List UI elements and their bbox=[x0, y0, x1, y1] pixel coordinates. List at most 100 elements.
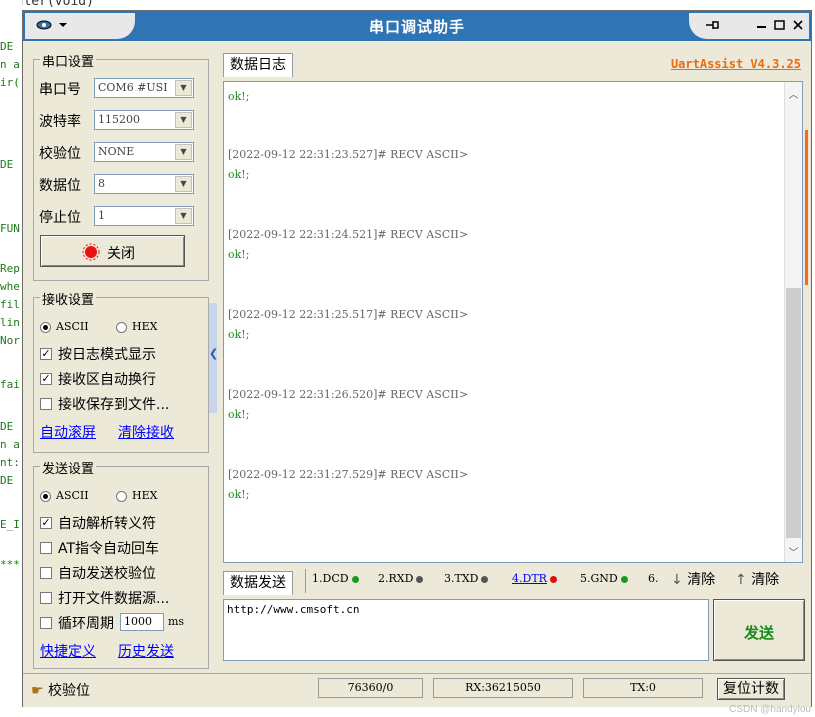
auto-wrap-label: 接收区自动换行 bbox=[58, 372, 156, 388]
status-rx-count: RX:36215050 bbox=[433, 678, 573, 698]
log-mode-checkbox[interactable]: ✓ bbox=[40, 348, 52, 360]
code-fragment: whe bbox=[0, 280, 20, 293]
port-settings-title: 串口设置 bbox=[40, 51, 97, 70]
port-toggle-button[interactable]: 关闭 bbox=[40, 235, 185, 267]
clear-up-icon: ↑ bbox=[735, 572, 747, 588]
port-select-value: COM6 #USI bbox=[98, 81, 168, 94]
send-ascii-label: ASCII bbox=[56, 489, 89, 502]
baud-select-value: 115200 bbox=[98, 113, 140, 126]
chevron-down-icon[interactable]: ▼ bbox=[175, 144, 192, 160]
databits-select-value: 8 bbox=[98, 177, 105, 190]
send-ascii-radio[interactable] bbox=[40, 491, 51, 502]
close-icon[interactable] bbox=[787, 17, 809, 35]
chevron-down-icon[interactable]: ▼ bbox=[175, 208, 192, 224]
auto-parse-checkbox[interactable]: ✓ bbox=[40, 517, 52, 529]
log-mode-label: 按日志模式显示 bbox=[58, 347, 156, 363]
chevron-down-icon[interactable]: ▼ bbox=[175, 176, 192, 192]
save-to-file-checkbox[interactable] bbox=[40, 398, 52, 410]
send-button[interactable]: 发送 bbox=[713, 599, 805, 661]
port-settings-group: 串口设置 串口号 COM6 #USI ▼ 波特率 115200 ▼ 校验位 NO… bbox=[33, 51, 209, 281]
status-bar: ☛ 校验位 76360/0 RX:36215050 TX:0 复位计数 bbox=[23, 673, 811, 707]
auto-parse-label: 自动解析转义符 bbox=[58, 516, 156, 532]
port-select[interactable]: COM6 #USI ▼ bbox=[94, 78, 194, 98]
version-link[interactable]: UartAssist V4.3.25 bbox=[671, 57, 801, 71]
pin-icon[interactable] bbox=[701, 17, 723, 35]
code-fragment: DE bbox=[0, 40, 14, 53]
clear-send-button[interactable]: ↓ 清除 bbox=[671, 569, 715, 589]
hand-pointer-icon: ☛ bbox=[31, 683, 44, 699]
chevron-down-icon[interactable]: ▼ bbox=[175, 112, 192, 128]
watermark: CSDN @handylou bbox=[729, 704, 811, 715]
scrollbar-thumb[interactable] bbox=[786, 288, 801, 538]
log-scrollbar[interactable]: ︿ ﹀ bbox=[784, 82, 802, 562]
code-fragment: DE bbox=[0, 158, 14, 171]
pin-six-label: 6. bbox=[648, 572, 659, 585]
log-message: ok!; bbox=[228, 328, 250, 341]
receive-ascii-radio[interactable] bbox=[40, 322, 51, 333]
send-input[interactable]: http://www.cmsoft.cn bbox=[223, 599, 709, 661]
code-fragment: FUN bbox=[0, 222, 20, 235]
collapse-arrow-icon[interactable]: ❮ bbox=[209, 347, 218, 360]
receive-ascii-label: ASCII bbox=[56, 320, 89, 333]
code-fragment: fai bbox=[0, 378, 20, 391]
chevron-down-icon[interactable]: ▼ bbox=[175, 80, 192, 96]
auto-wrap-checkbox[interactable]: ✓ bbox=[40, 373, 52, 385]
log-message: ok!; bbox=[228, 168, 250, 181]
code-fragment: E_I bbox=[0, 518, 20, 531]
status-hint: ☛ 校验位 bbox=[31, 680, 90, 700]
clear-counter-button[interactable]: ↑ 清除 bbox=[735, 569, 779, 589]
pin-dcd-led-icon bbox=[351, 575, 359, 583]
pin-dtr-label[interactable]: 4.DTR bbox=[512, 572, 547, 585]
pin-gnd-label: 5.GND bbox=[580, 572, 618, 585]
stopbits-select[interactable]: 1 ▼ bbox=[94, 206, 194, 226]
clear-send-label: 清除 bbox=[687, 572, 716, 588]
auto-check-checkbox[interactable] bbox=[40, 567, 52, 579]
receive-hex-radio[interactable] bbox=[116, 322, 127, 333]
code-fragment: Rep bbox=[0, 262, 20, 275]
baud-select[interactable]: 115200 ▼ bbox=[94, 110, 194, 130]
send-settings-group: 发送设置 ASCII HEX ✓ 自动解析转义符 AT指令自动回车 自动发送校验… bbox=[33, 458, 209, 669]
pin-dcd-label: 1.DCD bbox=[312, 572, 349, 585]
loop-period-checkbox[interactable] bbox=[40, 617, 52, 629]
pin-rxd-led-icon bbox=[416, 575, 424, 583]
pin-gnd-led-icon bbox=[620, 575, 628, 583]
log-timestamp: [2022-09-12 22:31:27.529]# RECV ASCII> bbox=[228, 468, 469, 481]
scroll-up-icon[interactable]: ︿ bbox=[785, 86, 802, 101]
shortcut-define-link[interactable]: 快捷定义 bbox=[40, 641, 96, 661]
clear-counter-label: 清除 bbox=[751, 572, 780, 588]
pin-gnd: 5.GND bbox=[580, 572, 628, 585]
auto-check-label: 自动发送校验位 bbox=[58, 566, 156, 582]
title-bar[interactable]: 串口调试助手 bbox=[23, 11, 811, 41]
scroll-down-icon[interactable]: ﹀ bbox=[785, 544, 802, 559]
send-hex-radio[interactable] bbox=[116, 491, 127, 502]
status-tx-count: TX:0 bbox=[583, 678, 703, 698]
reset-count-button[interactable]: 复位计数 bbox=[717, 678, 785, 700]
pin-txd-led-icon bbox=[481, 575, 489, 583]
pin-dcd: 1.DCD bbox=[312, 572, 359, 585]
parity-select[interactable]: NONE ▼ bbox=[94, 142, 194, 162]
stopbits-label: 停止位 bbox=[39, 210, 81, 226]
databits-select[interactable]: 8 ▼ bbox=[94, 174, 194, 194]
open-file-source-checkbox[interactable] bbox=[40, 592, 52, 604]
code-fragment: DE bbox=[0, 420, 14, 433]
log-timestamp: [2022-09-12 22:31:23.527]# RECV ASCII> bbox=[228, 148, 469, 161]
parity-label: 校验位 bbox=[39, 146, 81, 162]
log-area[interactable]: ok!; [2022-09-12 22:31:23.527]# RECV ASC… bbox=[223, 81, 803, 563]
tab-data-send[interactable]: 数据发送 bbox=[223, 571, 293, 595]
pin-dtr[interactable]: 4.DTR bbox=[512, 572, 557, 585]
history-send-link[interactable]: 历史发送 bbox=[118, 641, 174, 661]
tab-data-log[interactable]: 数据日志 bbox=[223, 53, 293, 77]
port-label: 串口号 bbox=[39, 82, 81, 98]
panel-splitter[interactable]: ❮ bbox=[209, 303, 218, 413]
loop-period-input[interactable]: 1000 bbox=[120, 613, 164, 631]
pin-dtr-led-icon bbox=[549, 575, 557, 583]
open-file-source-label: 打开文件数据源... bbox=[58, 591, 170, 607]
code-fragment: n a bbox=[0, 58, 20, 71]
at-auto-cr-checkbox[interactable] bbox=[40, 542, 52, 554]
clear-receive-link[interactable]: 清除接收 bbox=[118, 422, 174, 442]
send-settings-title: 发送设置 bbox=[40, 458, 97, 477]
receive-settings-group: 接收设置 ASCII HEX ✓ 按日志模式显示 ✓ 接收区自动换行 接收保存到… bbox=[33, 289, 209, 453]
clear-down-icon: ↓ bbox=[671, 572, 683, 588]
auto-scroll-link[interactable]: 自动滚屏 bbox=[40, 422, 96, 442]
databits-label: 数据位 bbox=[39, 178, 81, 194]
